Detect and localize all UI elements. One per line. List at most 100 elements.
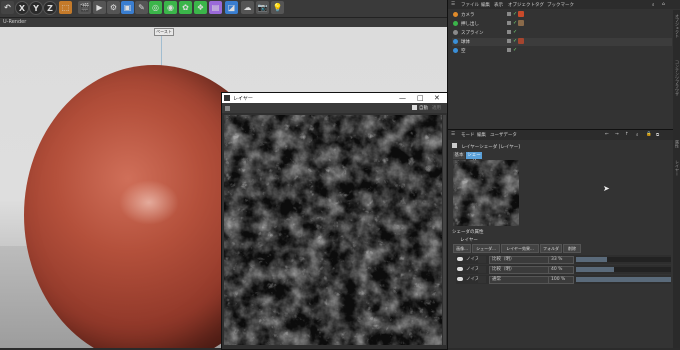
layer-thumbnail [478,256,486,263]
menu-bookmarks[interactable]: ブックマーク [547,2,574,8]
up-arrow-icon[interactable]: ↑ [625,132,629,137]
visibility-toggle[interactable] [507,30,511,34]
enabled-check-icon[interactable]: ✓ [513,47,517,53]
spline-object-icon [453,30,458,35]
visibility-toggle[interactable] [507,12,511,16]
opacity-field[interactable]: 40 % [548,266,574,274]
menu-edit[interactable]: 編集 [481,2,490,8]
coordinate-system-icon[interactable]: ⬚ [59,1,72,14]
forward-arrow-icon[interactable]: → [615,132,619,137]
deformer-icon[interactable]: ▤ [209,1,222,14]
noise-preview [224,115,442,345]
enabled-check-icon[interactable]: ✓ [513,20,517,26]
axis-tag-label[interactable]: ペースト [154,28,174,36]
opacity-field[interactable]: 100 % [548,276,574,284]
eye-icon[interactable] [457,257,463,261]
sphere-highlight [119,180,179,225]
menu-tags[interactable]: タグ [535,2,544,8]
search-icon[interactable]: ⌕ [652,2,655,8]
opacity-slider[interactable] [576,267,671,272]
home-icon[interactable]: ⌂ [662,2,665,7]
object-name: 球体 [461,40,470,45]
layer-row[interactable]: ノイズ 通常 100 % [456,275,671,284]
render-settings-icon[interactable]: ⚙ [107,1,120,14]
undo-icon[interactable]: ↶ [1,1,14,14]
layer-row[interactable]: ノイズ 比較（明） 33 % [456,255,671,264]
opacity-field[interactable]: 33 % [548,256,574,264]
light-icon[interactable]: 💡 [271,1,284,14]
material-tag-icon[interactable] [518,20,524,26]
visibility-toggle[interactable] [507,39,511,43]
apply-button[interactable]: 適用 [432,105,441,111]
cube-icon[interactable]: ▣ [121,1,134,14]
maximize-icon[interactable]: □ [417,94,424,102]
menu-hamburger-icon[interactable]: ☰ [451,2,455,7]
delete-button[interactable]: 削除 [563,244,581,253]
mograph-icon[interactable]: ✿ [179,1,192,14]
menu-user-data[interactable]: ユーザデータ [490,132,517,138]
generator-icon[interactable]: ◉ [164,1,177,14]
axis-x-button[interactable]: X [15,1,29,15]
back-arrow-icon[interactable]: ← [605,132,609,137]
object-row-sphere[interactable]: 球体 ✓ [452,38,672,46]
visibility-toggle[interactable] [507,21,511,25]
folder-button[interactable]: フォルダ [540,244,562,253]
blend-mode-select[interactable]: 比較（明） [489,266,549,274]
pen-spline-icon[interactable]: ✎ [135,1,148,14]
eye-icon[interactable] [457,277,463,281]
side-tab-content-browser[interactable]: コンテンツブラウザ [674,60,680,96]
side-tab-objects[interactable]: オブジェクト [674,14,680,38]
close-icon[interactable]: ✕ [434,94,440,102]
lock-icon[interactable]: 🔒 [646,132,652,137]
visibility-toggle[interactable] [507,48,511,52]
image-button[interactable]: 画像... [453,244,471,253]
tab-basic[interactable]: 基本 [453,152,465,159]
attribute-title: レイヤーシェーダ [レイヤー] [452,143,520,150]
layer-window-scrollbar[interactable] [443,115,446,345]
opacity-slider-fill [576,267,614,272]
menu-file[interactable]: ファイル [461,2,479,8]
menu-mode[interactable]: モード [461,132,475,138]
menu-edit[interactable]: 編集 [477,132,486,138]
menu-view[interactable]: 表示 [494,2,503,8]
sky-icon[interactable]: ☁ [241,1,254,14]
eye-icon[interactable] [457,267,463,271]
axis-z-button[interactable]: Z [43,1,57,15]
new-window-icon[interactable]: ⧉ [656,132,659,138]
object-row-sky[interactable]: 空 ✓ [452,47,672,55]
minimize-icon[interactable]: — [399,94,406,102]
enabled-check-icon[interactable]: ✓ [513,29,517,35]
layer-effect-button[interactable]: レイヤー効果... [501,244,539,253]
search-icon[interactable]: ⌕ [636,132,639,138]
enabled-check-icon[interactable]: ✓ [513,11,517,17]
viewport-title: U-Render [3,19,27,25]
menu-objects[interactable]: オブジェクト [508,2,535,8]
shader-button[interactable]: シェーダ... [472,244,500,253]
tab-shader[interactable]: シェーダ [466,152,482,165]
camera-icon[interactable]: 📷 [256,1,269,14]
auto-label: 自動 [419,106,428,111]
camera-tag-icon[interactable] [518,11,524,17]
preview-mode-icon[interactable] [225,106,230,111]
enabled-check-icon[interactable]: ✓ [513,38,517,44]
blend-mode-select[interactable]: 通常 [489,276,549,284]
opacity-slider[interactable] [576,257,671,262]
floor-icon[interactable]: ◪ [225,1,238,14]
cloner-icon[interactable]: ❖ [194,1,207,14]
material-tag-icon[interactable] [518,38,524,44]
render-view-icon[interactable]: 🎬 [78,1,91,14]
layer-window[interactable]: レイヤー — □ ✕ 自動 適用 [221,92,448,350]
render-picture-viewer-icon[interactable]: ▶ [93,1,106,14]
menu-hamburger-icon[interactable]: ☰ [451,132,455,137]
object-row-camera[interactable]: カメラ ✓ [452,11,672,19]
opacity-slider[interactable] [576,277,671,282]
blend-mode-select[interactable]: 比較（明） [489,256,549,264]
object-row-spline[interactable]: スプライン ✓ [452,29,672,37]
subdivision-icon[interactable]: ◎ [149,1,162,14]
side-tab-attributes[interactable]: 属性 [674,140,680,148]
layer-row[interactable]: ノイズ 比較（明） 40 % [456,265,671,274]
auto-checkbox[interactable] [412,105,417,110]
side-tab-layers[interactable]: レイヤー [674,160,680,176]
object-row-extrude[interactable]: 押し出し ✓ [452,20,672,28]
axis-y-button[interactable]: Y [29,1,43,15]
